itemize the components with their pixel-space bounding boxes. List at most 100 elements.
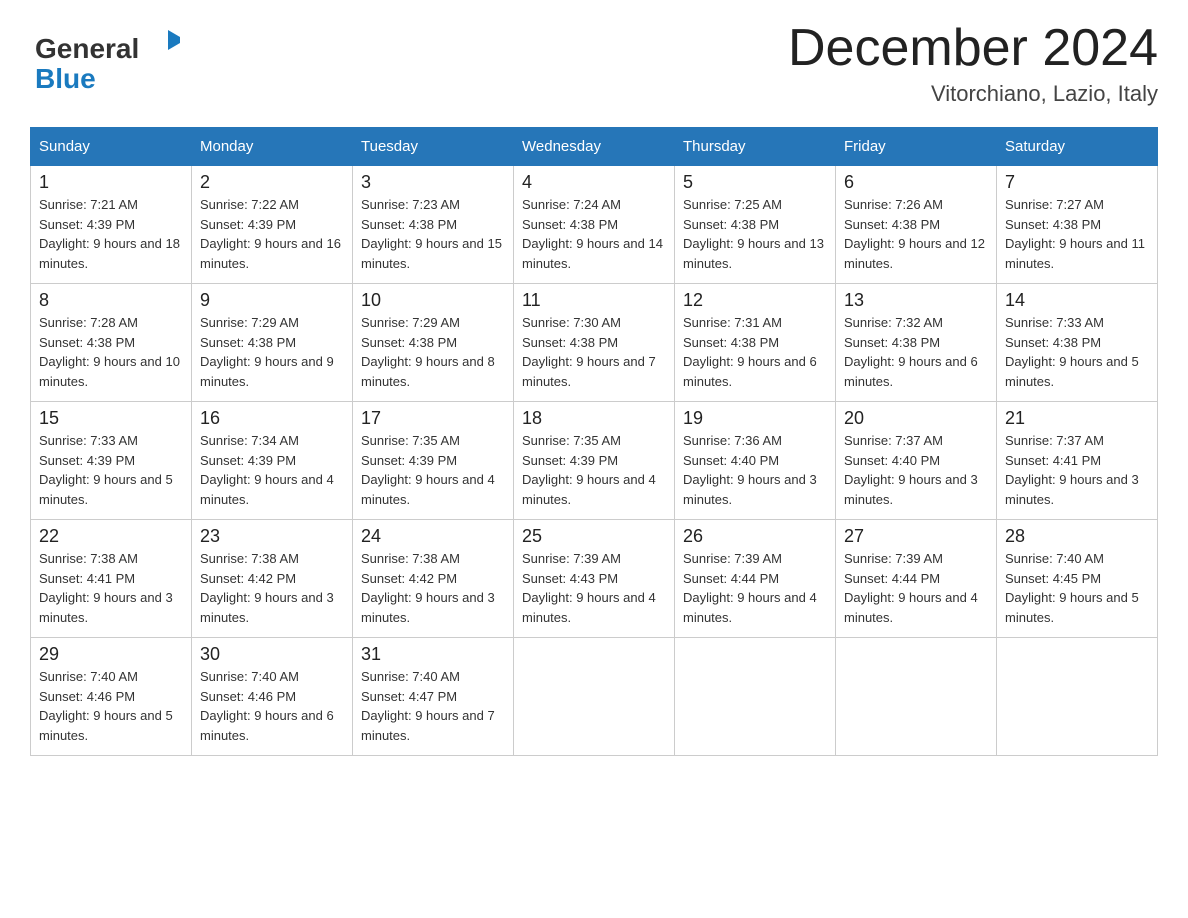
calendar-cell: 6 Sunrise: 7:26 AMSunset: 4:38 PMDayligh…	[836, 166, 997, 284]
day-number: 26	[683, 526, 827, 547]
calendar-cell: 8 Sunrise: 7:28 AMSunset: 4:38 PMDayligh…	[31, 284, 192, 402]
calendar-cell	[836, 638, 997, 756]
day-info: Sunrise: 7:39 AMSunset: 4:44 PMDaylight:…	[844, 551, 978, 625]
calendar-cell: 2 Sunrise: 7:22 AMSunset: 4:39 PMDayligh…	[192, 166, 353, 284]
calendar-header: SundayMondayTuesdayWednesdayThursdayFrid…	[31, 128, 1158, 166]
logo: General Blue	[30, 20, 180, 95]
calendar-cell: 13 Sunrise: 7:32 AMSunset: 4:38 PMDaylig…	[836, 284, 997, 402]
calendar-cell: 9 Sunrise: 7:29 AMSunset: 4:38 PMDayligh…	[192, 284, 353, 402]
day-info: Sunrise: 7:40 AMSunset: 4:47 PMDaylight:…	[361, 669, 495, 743]
logo-svg: General Blue	[30, 20, 180, 95]
day-number: 20	[844, 408, 988, 429]
calendar-cell: 25 Sunrise: 7:39 AMSunset: 4:43 PMDaylig…	[514, 520, 675, 638]
day-info: Sunrise: 7:39 AMSunset: 4:43 PMDaylight:…	[522, 551, 656, 625]
location: Vitorchiano, Lazio, Italy	[788, 81, 1158, 107]
day-of-week-tuesday: Tuesday	[353, 128, 514, 166]
calendar-table: SundayMondayTuesdayWednesdayThursdayFrid…	[30, 127, 1158, 756]
day-number: 15	[39, 408, 183, 429]
month-title: December 2024	[788, 20, 1158, 77]
day-info: Sunrise: 7:31 AMSunset: 4:38 PMDaylight:…	[683, 315, 817, 389]
calendar-cell: 24 Sunrise: 7:38 AMSunset: 4:42 PMDaylig…	[353, 520, 514, 638]
day-number: 8	[39, 290, 183, 311]
calendar-week-row: 8 Sunrise: 7:28 AMSunset: 4:38 PMDayligh…	[31, 284, 1158, 402]
day-info: Sunrise: 7:35 AMSunset: 4:39 PMDaylight:…	[522, 433, 656, 507]
day-number: 9	[200, 290, 344, 311]
day-info: Sunrise: 7:39 AMSunset: 4:44 PMDaylight:…	[683, 551, 817, 625]
day-info: Sunrise: 7:36 AMSunset: 4:40 PMDaylight:…	[683, 433, 817, 507]
day-info: Sunrise: 7:30 AMSunset: 4:38 PMDaylight:…	[522, 315, 656, 389]
day-number: 19	[683, 408, 827, 429]
calendar-cell	[997, 638, 1158, 756]
calendar-week-row: 15 Sunrise: 7:33 AMSunset: 4:39 PMDaylig…	[31, 402, 1158, 520]
calendar-cell: 22 Sunrise: 7:38 AMSunset: 4:41 PMDaylig…	[31, 520, 192, 638]
svg-text:General: General	[35, 33, 139, 64]
calendar-cell	[514, 638, 675, 756]
calendar-cell: 15 Sunrise: 7:33 AMSunset: 4:39 PMDaylig…	[31, 402, 192, 520]
day-info: Sunrise: 7:33 AMSunset: 4:39 PMDaylight:…	[39, 433, 173, 507]
calendar-cell: 1 Sunrise: 7:21 AMSunset: 4:39 PMDayligh…	[31, 166, 192, 284]
page-header: General Blue December 2024 Vitorchiano, …	[30, 20, 1158, 107]
calendar-cell: 17 Sunrise: 7:35 AMSunset: 4:39 PMDaylig…	[353, 402, 514, 520]
day-info: Sunrise: 7:37 AMSunset: 4:40 PMDaylight:…	[844, 433, 978, 507]
day-number: 27	[844, 526, 988, 547]
calendar-cell: 19 Sunrise: 7:36 AMSunset: 4:40 PMDaylig…	[675, 402, 836, 520]
day-number: 5	[683, 172, 827, 193]
day-info: Sunrise: 7:23 AMSunset: 4:38 PMDaylight:…	[361, 197, 502, 271]
day-number: 3	[361, 172, 505, 193]
day-info: Sunrise: 7:32 AMSunset: 4:38 PMDaylight:…	[844, 315, 978, 389]
calendar-cell: 18 Sunrise: 7:35 AMSunset: 4:39 PMDaylig…	[514, 402, 675, 520]
calendar-cell: 5 Sunrise: 7:25 AMSunset: 4:38 PMDayligh…	[675, 166, 836, 284]
day-info: Sunrise: 7:21 AMSunset: 4:39 PMDaylight:…	[39, 197, 180, 271]
day-info: Sunrise: 7:33 AMSunset: 4:38 PMDaylight:…	[1005, 315, 1139, 389]
svg-text:Blue: Blue	[35, 63, 96, 94]
day-info: Sunrise: 7:35 AMSunset: 4:39 PMDaylight:…	[361, 433, 495, 507]
day-number: 25	[522, 526, 666, 547]
day-info: Sunrise: 7:40 AMSunset: 4:46 PMDaylight:…	[200, 669, 334, 743]
day-info: Sunrise: 7:22 AMSunset: 4:39 PMDaylight:…	[200, 197, 341, 271]
calendar-cell: 14 Sunrise: 7:33 AMSunset: 4:38 PMDaylig…	[997, 284, 1158, 402]
day-number: 21	[1005, 408, 1149, 429]
calendar-cell: 3 Sunrise: 7:23 AMSunset: 4:38 PMDayligh…	[353, 166, 514, 284]
calendar-cell: 12 Sunrise: 7:31 AMSunset: 4:38 PMDaylig…	[675, 284, 836, 402]
day-header-row: SundayMondayTuesdayWednesdayThursdayFrid…	[31, 128, 1158, 166]
day-number: 31	[361, 644, 505, 665]
day-info: Sunrise: 7:34 AMSunset: 4:39 PMDaylight:…	[200, 433, 334, 507]
day-number: 11	[522, 290, 666, 311]
calendar-cell: 30 Sunrise: 7:40 AMSunset: 4:46 PMDaylig…	[192, 638, 353, 756]
title-block: December 2024 Vitorchiano, Lazio, Italy	[788, 20, 1158, 107]
calendar-cell: 31 Sunrise: 7:40 AMSunset: 4:47 PMDaylig…	[353, 638, 514, 756]
day-of-week-thursday: Thursday	[675, 128, 836, 166]
day-number: 7	[1005, 172, 1149, 193]
calendar-cell: 29 Sunrise: 7:40 AMSunset: 4:46 PMDaylig…	[31, 638, 192, 756]
day-of-week-monday: Monday	[192, 128, 353, 166]
calendar-cell: 16 Sunrise: 7:34 AMSunset: 4:39 PMDaylig…	[192, 402, 353, 520]
calendar-cell: 23 Sunrise: 7:38 AMSunset: 4:42 PMDaylig…	[192, 520, 353, 638]
day-number: 28	[1005, 526, 1149, 547]
calendar-cell: 20 Sunrise: 7:37 AMSunset: 4:40 PMDaylig…	[836, 402, 997, 520]
calendar-week-row: 22 Sunrise: 7:38 AMSunset: 4:41 PMDaylig…	[31, 520, 1158, 638]
calendar-cell	[675, 638, 836, 756]
day-info: Sunrise: 7:38 AMSunset: 4:42 PMDaylight:…	[200, 551, 334, 625]
day-number: 24	[361, 526, 505, 547]
day-number: 6	[844, 172, 988, 193]
day-number: 17	[361, 408, 505, 429]
day-info: Sunrise: 7:24 AMSunset: 4:38 PMDaylight:…	[522, 197, 663, 271]
day-of-week-friday: Friday	[836, 128, 997, 166]
day-number: 4	[522, 172, 666, 193]
day-info: Sunrise: 7:38 AMSunset: 4:41 PMDaylight:…	[39, 551, 173, 625]
calendar-cell: 26 Sunrise: 7:39 AMSunset: 4:44 PMDaylig…	[675, 520, 836, 638]
day-info: Sunrise: 7:26 AMSunset: 4:38 PMDaylight:…	[844, 197, 985, 271]
day-number: 10	[361, 290, 505, 311]
calendar-cell: 27 Sunrise: 7:39 AMSunset: 4:44 PMDaylig…	[836, 520, 997, 638]
day-number: 18	[522, 408, 666, 429]
day-info: Sunrise: 7:40 AMSunset: 4:45 PMDaylight:…	[1005, 551, 1139, 625]
calendar-body: 1 Sunrise: 7:21 AMSunset: 4:39 PMDayligh…	[31, 166, 1158, 756]
day-number: 23	[200, 526, 344, 547]
calendar-cell: 7 Sunrise: 7:27 AMSunset: 4:38 PMDayligh…	[997, 166, 1158, 284]
calendar-week-row: 29 Sunrise: 7:40 AMSunset: 4:46 PMDaylig…	[31, 638, 1158, 756]
day-number: 14	[1005, 290, 1149, 311]
day-number: 2	[200, 172, 344, 193]
day-number: 12	[683, 290, 827, 311]
day-info: Sunrise: 7:28 AMSunset: 4:38 PMDaylight:…	[39, 315, 180, 389]
day-of-week-saturday: Saturday	[997, 128, 1158, 166]
